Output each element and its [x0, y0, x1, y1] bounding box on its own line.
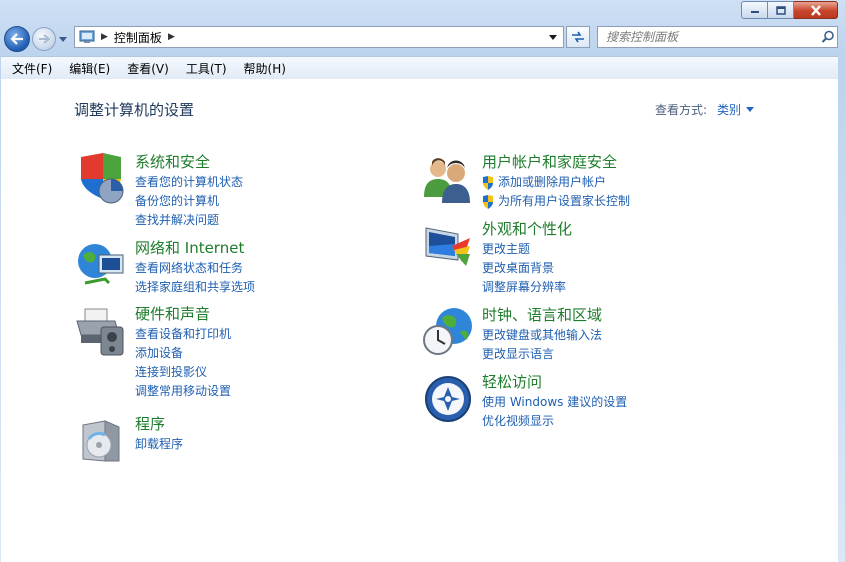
menu-bar: 文件(F) 编辑(E) 查看(V) 工具(T) 帮助(H)	[1, 56, 838, 80]
title-bar	[0, 0, 845, 22]
category-title[interactable]: 时钟、语言和区域	[482, 304, 602, 325]
link-add-remove-accounts[interactable]: 添加或删除用户帐户	[482, 173, 630, 192]
menu-edit[interactable]: 编辑(E)	[63, 60, 116, 77]
navigation-bar: ▶ 控制面板 ▶	[0, 24, 845, 54]
forward-arrow-icon	[39, 34, 50, 44]
link-screen-resolution[interactable]: 调整屏幕分辨率	[482, 278, 566, 297]
chevron-down-icon[interactable]	[746, 106, 754, 114]
control-panel-icon	[79, 30, 95, 43]
category-title[interactable]: 网络和 Internet	[135, 237, 244, 258]
link-label: 为所有用户设置家长控制	[498, 194, 631, 208]
search-icon[interactable]	[819, 28, 837, 46]
users-icon[interactable]	[422, 153, 474, 205]
category-links: 查看设备和打印机 添加设备 连接到投影仪 调整常用移动设置	[135, 325, 231, 401]
category-links: 更改主题 更改桌面背景 调整屏幕分辨率	[482, 240, 566, 297]
menu-help[interactable]: 帮助(H)	[238, 60, 292, 77]
search-box	[597, 26, 838, 48]
close-button[interactable]	[794, 1, 838, 19]
category-title[interactable]: 外观和个性化	[482, 218, 572, 239]
link-parental-controls[interactable]: 为所有用户设置家长控制	[482, 192, 630, 211]
uac-shield-icon	[482, 175, 494, 190]
link-backup-computer[interactable]: 备份您的计算机	[135, 192, 243, 211]
link-uninstall-program[interactable]: 卸载程序	[135, 435, 183, 454]
view-by-selector[interactable]: 类别	[717, 101, 741, 118]
caption-buttons	[741, 1, 838, 19]
category-title[interactable]: 程序	[135, 413, 165, 434]
printer-speaker-icon[interactable]	[75, 305, 127, 357]
category-title[interactable]: 用户帐户和家庭安全	[482, 151, 617, 172]
menu-tools[interactable]: 工具(T)	[180, 60, 233, 77]
menu-file[interactable]: 文件(F)	[6, 60, 58, 77]
faded-corner	[608, 512, 838, 562]
program-box-icon[interactable]	[75, 415, 127, 467]
category-title[interactable]: 轻松访问	[482, 371, 542, 392]
category-links: 更改键盘或其他输入法 更改显示语言	[482, 326, 602, 364]
view-by: 查看方式: 类别	[655, 101, 754, 118]
link-change-background[interactable]: 更改桌面背景	[482, 259, 566, 278]
search-input[interactable]	[598, 29, 819, 45]
link-network-status[interactable]: 查看网络状态和任务	[135, 259, 255, 278]
breadcrumb-separator-icon[interactable]: ▶	[101, 32, 108, 42]
category-links: 卸载程序	[135, 435, 183, 454]
breadcrumb-control-panel[interactable]: 控制面板	[114, 29, 162, 46]
link-change-theme[interactable]: 更改主题	[482, 240, 566, 259]
link-add-device[interactable]: 添加设备	[135, 344, 231, 363]
monitor-palette-icon[interactable]	[422, 220, 474, 272]
link-label: 添加或删除用户帐户	[498, 175, 607, 189]
recent-pages-dropdown[interactable]	[58, 34, 68, 44]
category-title[interactable]: 硬件和声音	[135, 303, 210, 324]
chevron-down-icon	[59, 36, 67, 42]
refresh-icon	[572, 31, 584, 43]
maximize-icon	[775, 5, 786, 15]
link-change-input-method[interactable]: 更改键盘或其他输入法	[482, 326, 602, 345]
back-button[interactable]	[4, 26, 30, 52]
link-windows-recommended-settings[interactable]: 使用 Windows 建议的设置	[482, 393, 627, 412]
link-connect-projector[interactable]: 连接到投影仪	[135, 363, 231, 382]
back-arrow-icon	[10, 33, 23, 45]
address-bar[interactable]: ▶ 控制面板 ▶	[74, 26, 564, 48]
menu-view[interactable]: 查看(V)	[121, 60, 175, 77]
minimize-button[interactable]	[741, 1, 768, 19]
link-optimize-visual-display[interactable]: 优化视频显示	[482, 412, 627, 431]
chevron-down-icon	[549, 34, 557, 40]
link-display-language[interactable]: 更改显示语言	[482, 345, 602, 364]
ease-of-access-icon[interactable]	[422, 373, 474, 425]
forward-button[interactable]	[32, 27, 56, 51]
refresh-button[interactable]	[566, 26, 590, 48]
view-by-label: 查看方式:	[654, 103, 707, 117]
category-links: 查看您的计算机状态 备份您的计算机 查找并解决问题	[135, 173, 243, 230]
link-mobility-settings[interactable]: 调整常用移动设置	[135, 382, 231, 401]
category-links: 使用 Windows 建议的设置 优化视频显示	[482, 393, 627, 431]
close-icon	[810, 4, 821, 16]
link-troubleshoot[interactable]: 查找并解决问题	[135, 211, 243, 230]
category-title[interactable]: 系统和安全	[135, 151, 210, 172]
maximize-button[interactable]	[768, 1, 794, 19]
shield-pie-icon[interactable]	[75, 153, 127, 205]
clock-globe-icon[interactable]	[422, 306, 474, 358]
network-globe-icon[interactable]	[75, 239, 127, 291]
category-links: 添加或删除用户帐户 为所有用户设置家长控制	[482, 173, 630, 211]
category-links: 查看网络状态和任务 选择家庭组和共享选项	[135, 259, 255, 297]
content-pane: 调整计算机的设置 查看方式: 类别 系统和安全 查看您的计算机状态 备份您的计算…	[1, 79, 838, 562]
link-homegroup-sharing[interactable]: 选择家庭组和共享选项	[135, 278, 255, 297]
breadcrumb-separator-icon[interactable]: ▶	[168, 32, 175, 42]
page-title: 调整计算机的设置	[74, 101, 195, 119]
uac-shield-icon	[482, 194, 494, 209]
link-devices-printers[interactable]: 查看设备和打印机	[135, 325, 231, 344]
explorer-window: ▶ 控制面板 ▶ 文件(F) 编辑(E) 查看(V) 工具(T) 帮助(H) 调…	[0, 0, 845, 562]
minimize-icon	[750, 11, 759, 13]
link-view-computer-status[interactable]: 查看您的计算机状态	[135, 173, 243, 192]
address-dropdown[interactable]	[547, 31, 559, 43]
